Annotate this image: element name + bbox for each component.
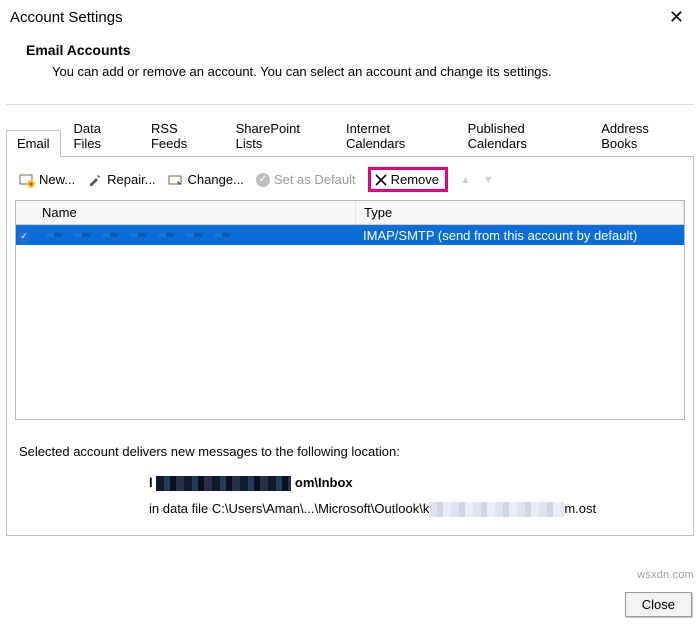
window-title: Account Settings	[10, 9, 123, 26]
tab-data-files[interactable]: Data Files	[63, 115, 138, 157]
grid-header: Name Type	[16, 201, 684, 225]
tab-rss-feeds[interactable]: RSS Feeds	[140, 115, 223, 157]
redacted-path	[429, 502, 564, 517]
move-down-icon: ▼	[483, 174, 494, 186]
accounts-grid: Name Type IMAP/SMTP (send from this acco…	[15, 200, 685, 420]
new-icon	[19, 172, 35, 188]
path-prefix: in data file C:\Users\Aman\...\Microsoft…	[149, 501, 429, 516]
change-icon	[168, 172, 184, 188]
default-check-icon	[18, 231, 30, 243]
datafile-line: in data file C:\Users\Aman\...\Microsoft…	[149, 501, 681, 517]
delivery-info: Selected account delivers new messages t…	[19, 444, 681, 517]
toolbar: New... Repair... Change... Set as Defaul…	[15, 167, 685, 200]
change-button[interactable]: Change...	[168, 172, 244, 188]
account-settings-window: Account Settings ✕ Email Accounts You ca…	[0, 0, 700, 627]
check-icon	[256, 173, 270, 187]
tabstrip: Email Data Files RSS Feeds SharePoint Li…	[6, 115, 694, 157]
repair-icon	[87, 172, 103, 188]
repair-button[interactable]: Repair...	[87, 172, 155, 188]
new-label: New...	[39, 172, 75, 187]
separator	[6, 104, 694, 105]
redacted-name	[34, 233, 234, 237]
change-label: Change...	[188, 172, 244, 187]
repair-label: Repair...	[107, 172, 155, 187]
set-default-label: Set as Default	[274, 172, 356, 187]
account-name-cell	[34, 233, 355, 237]
header-description: You can add or remove an account. You ca…	[52, 64, 678, 79]
footer: Close	[625, 592, 692, 617]
email-panel: New... Repair... Change... Set as Defaul…	[6, 157, 694, 536]
tab-published-calendars[interactable]: Published Calendars	[457, 115, 589, 157]
tab-sharepoint-lists[interactable]: SharePoint Lists	[225, 115, 333, 157]
col-default	[16, 201, 34, 224]
close-button[interactable]: Close	[625, 592, 692, 617]
delivery-intro: Selected account delivers new messages t…	[19, 444, 681, 459]
titlebar: Account Settings ✕	[0, 0, 700, 32]
path-suffix: m.ost	[564, 501, 596, 516]
remove-label: Remove	[391, 172, 439, 187]
remove-icon	[375, 174, 387, 186]
redacted-mailbox	[156, 476, 291, 491]
tab-address-books[interactable]: Address Books	[590, 115, 692, 157]
header-block: Email Accounts You can add or remove an …	[0, 32, 700, 104]
col-name[interactable]: Name	[34, 201, 356, 224]
set-default-button: Set as Default	[256, 172, 356, 187]
move-up-icon: ▲	[460, 174, 471, 186]
close-icon[interactable]: ✕	[663, 6, 690, 28]
header-title: Email Accounts	[26, 42, 678, 58]
account-row[interactable]: IMAP/SMTP (send from this account by def…	[16, 225, 684, 245]
tab-internet-calendars[interactable]: Internet Calendars	[335, 115, 455, 157]
col-type[interactable]: Type	[356, 201, 684, 224]
mailbox-line: l om\Inbox	[149, 475, 681, 493]
new-button[interactable]: New...	[19, 172, 75, 188]
mailbox-suffix: om\Inbox	[295, 475, 353, 490]
account-type-cell: IMAP/SMTP (send from this account by def…	[355, 226, 684, 245]
default-indicator	[16, 225, 34, 245]
remove-button[interactable]: Remove	[368, 167, 448, 192]
mailbox-prefix: l	[149, 475, 153, 490]
tab-email[interactable]: Email	[6, 130, 61, 157]
watermark: wsxdn.com	[637, 569, 694, 581]
